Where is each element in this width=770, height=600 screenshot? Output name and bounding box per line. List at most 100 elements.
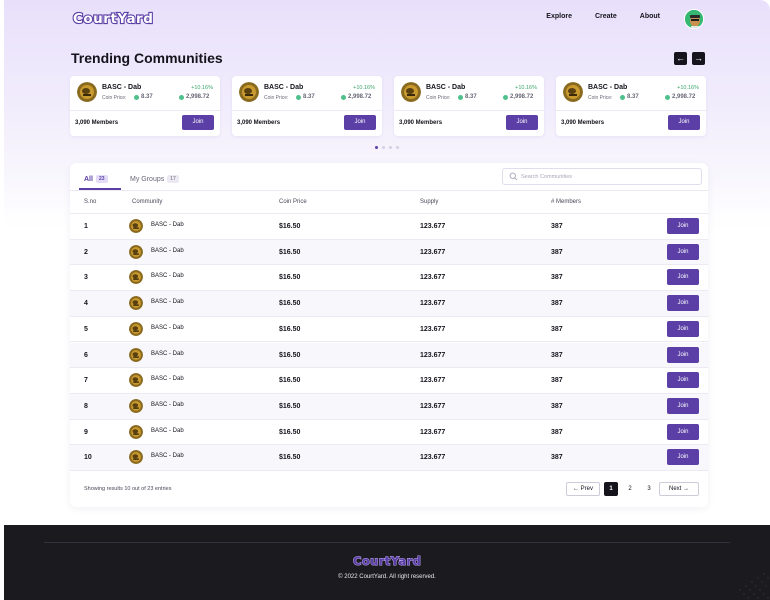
tab-divider <box>70 190 708 191</box>
row-join-button[interactable]: Join <box>667 449 699 466</box>
nav-explore[interactable]: Explore <box>546 13 572 20</box>
top-nav: CourtYard Explore Create About <box>4 0 770 38</box>
page: CourtYard Explore Create About Trending … <box>4 0 770 600</box>
table-row[interactable]: 5 BASC - Dab $16.50 123.677 387 Join <box>70 317 708 343</box>
community-avatar <box>401 82 421 102</box>
community-card[interactable]: BASC - Dab +10.16% Coin Price: 8.37 2,99… <box>556 76 706 136</box>
carousel-dot[interactable] <box>382 146 385 149</box>
row-join-button[interactable]: Join <box>667 218 699 234</box>
table-row[interactable]: 7 BASC - Dab $16.50 123.677 387 Join <box>70 368 708 394</box>
row-join-button[interactable]: Join <box>667 295 699 312</box>
table-row[interactable]: 9 BASC - Dab $16.50 123.677 387 Join <box>70 420 708 446</box>
row-coin-price: $16.50 <box>279 377 301 385</box>
community-avatar <box>129 219 143 233</box>
tab-my-groups-label: My Groups <box>130 176 165 183</box>
row-sno: 3 <box>84 274 88 282</box>
card-members: 3,090 Members <box>399 120 443 126</box>
carousel-prev-button[interactable]: ← <box>674 52 687 65</box>
card-supply: 2,998.72 <box>186 94 210 100</box>
row-community: BASC - Dab <box>151 247 184 254</box>
community-avatar <box>129 321 143 336</box>
row-members: 387 <box>551 428 563 436</box>
card-divider <box>394 110 544 111</box>
header-community: Community <box>132 199 163 205</box>
card-join-button[interactable]: Join <box>506 115 538 130</box>
table-row[interactable]: 3 BASC - Dab $16.50 123.677 387 Join <box>70 265 708 292</box>
table-row[interactable]: 10 BASC - Dab $16.50 123.677 387 Join <box>70 445 708 471</box>
card-join-button[interactable]: Join <box>344 115 376 130</box>
next-page-button[interactable]: Next → <box>659 482 699 496</box>
search-box[interactable] <box>502 168 702 185</box>
page-3-button[interactable]: 3 <box>642 482 656 496</box>
row-join-button[interactable]: Join <box>667 423 699 440</box>
footer-logo[interactable]: CourtYard <box>352 553 448 569</box>
card-name: BASC - Dab <box>588 84 628 91</box>
header-supply: Supply <box>420 199 439 205</box>
community-avatar <box>129 424 143 439</box>
card-divider <box>232 110 382 111</box>
footer-logo-text: CourtYard <box>353 554 421 568</box>
courtyard-logo[interactable]: CourtYard <box>72 9 182 27</box>
logo-text: CourtYard <box>73 11 153 27</box>
trending-title: Trending Communities <box>71 50 223 66</box>
carousel-dot[interactable] <box>389 146 392 149</box>
page-2-button[interactable]: 2 <box>623 482 637 496</box>
row-join-button[interactable]: Join <box>667 372 699 389</box>
card-price: 8.37 <box>465 94 477 100</box>
table-row[interactable]: 6 BASC - Dab $16.50 123.677 387 Join <box>70 342 708 369</box>
row-community: BASC - Dab <box>151 222 184 228</box>
tab-all-label: All <box>84 176 93 183</box>
carousel-dot[interactable] <box>375 146 378 149</box>
nav-create[interactable]: Create <box>595 13 617 20</box>
community-card[interactable]: BASC - Dab +10.16% Coin Price: 8.37 2,99… <box>232 76 382 136</box>
row-supply: 123.677 <box>420 377 446 385</box>
row-supply: 123.677 <box>420 402 446 410</box>
table-row[interactable]: 2 BASC - Dab $16.50 123.677 387 Join <box>70 239 708 266</box>
row-community: BASC - Dab <box>151 273 184 280</box>
card-name: BASC - Dab <box>426 84 466 91</box>
row-join-button[interactable]: Join <box>667 320 699 337</box>
card-name: BASC - Dab <box>264 84 304 91</box>
row-members: 387 <box>551 402 563 410</box>
carousel-dot[interactable] <box>396 146 399 149</box>
card-members: 3,090 Members <box>561 120 605 126</box>
card-change: +10.16% <box>353 85 375 91</box>
row-join-button[interactable]: Join <box>667 397 699 414</box>
table-row[interactable]: 8 BASC - Dab $16.50 123.677 387 Join <box>70 393 708 420</box>
row-community: BASC - Dab <box>151 453 184 460</box>
community-card[interactable]: BASC - Dab +10.16% Coin Price: 8.37 2,99… <box>394 76 544 136</box>
header-coin-price: Coin Price <box>279 199 307 205</box>
page-1-button[interactable]: 1 <box>604 482 618 496</box>
row-join-button[interactable]: Join <box>667 269 699 286</box>
tab-my-groups[interactable]: My Groups 17 <box>130 175 179 183</box>
community-avatar <box>563 82 583 102</box>
row-community: BASC - Dab <box>151 427 184 434</box>
community-avatar <box>129 373 143 388</box>
row-supply: 123.677 <box>420 248 446 256</box>
avatar-image <box>685 10 703 28</box>
card-join-button[interactable]: Join <box>668 115 700 130</box>
tab-all[interactable]: All 23 <box>84 175 108 183</box>
row-members: 387 <box>551 325 563 333</box>
row-supply: 123.677 <box>420 300 446 308</box>
nav-about[interactable]: About <box>640 13 660 20</box>
community-card[interactable]: BASC - Dab +10.16% Coin Price: 8.37 2,99… <box>70 76 220 136</box>
card-price-label: Coin Price: <box>588 95 613 101</box>
row-coin-price: $16.50 <box>279 351 301 359</box>
coin-icon <box>134 95 139 100</box>
prev-page-button[interactable]: ← Prev <box>566 482 600 496</box>
row-community: BASC - Dab <box>151 401 184 408</box>
user-avatar[interactable] <box>684 9 704 29</box>
community-avatar <box>77 82 97 102</box>
row-join-button[interactable]: Join <box>667 346 699 363</box>
carousel-next-button[interactable]: → <box>692 52 705 65</box>
coin-icon <box>665 95 670 100</box>
card-supply: 2,998.72 <box>672 94 696 100</box>
card-join-button[interactable]: Join <box>182 115 214 130</box>
table-row[interactable]: 1 BASC - Dab $16.50 123.677 387 Join <box>70 214 708 240</box>
card-change: +10.16% <box>191 85 213 91</box>
search-input[interactable] <box>521 171 696 182</box>
header-members: # Members <box>551 199 582 205</box>
table-row[interactable]: 4 BASC - Dab $16.50 123.677 387 Join <box>70 291 708 317</box>
row-join-button[interactable]: Join <box>667 243 699 260</box>
